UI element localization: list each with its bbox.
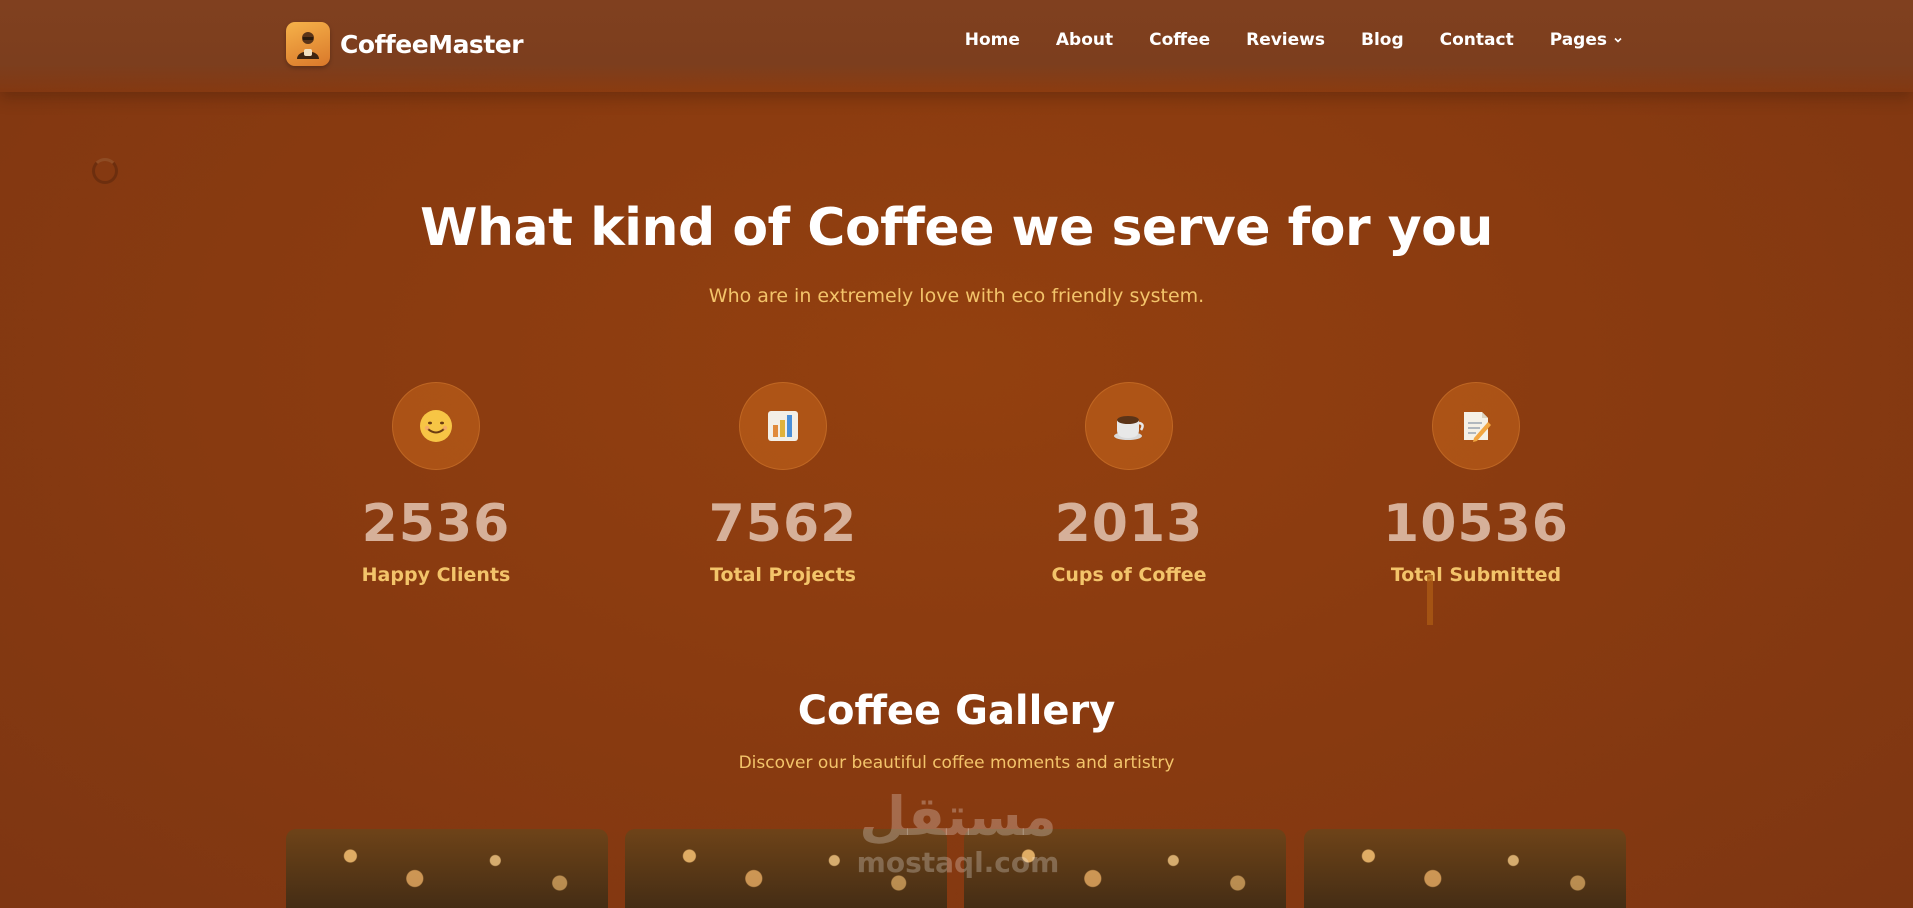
stat-value: 2013 bbox=[1054, 494, 1204, 554]
watermark-arabic: مستقل bbox=[859, 785, 1057, 848]
watermark-latin: mostaql.com bbox=[856, 846, 1060, 879]
memo-emoji-icon bbox=[1432, 382, 1520, 470]
brand[interactable]: CoffeeMaster bbox=[286, 21, 524, 67]
nav-about[interactable]: About bbox=[1056, 30, 1113, 50]
stat-happy-clients: 2536 Happy Clients bbox=[286, 382, 586, 586]
bar-chart-emoji-icon bbox=[739, 382, 827, 470]
navbar: CoffeeMaster Home About Coffee Reviews B… bbox=[0, 0, 1913, 92]
main-nav: Home About Coffee Reviews Blog Contact P… bbox=[965, 30, 1623, 50]
decorative-bar bbox=[1427, 575, 1433, 625]
gallery-image[interactable] bbox=[1304, 829, 1626, 908]
stat-value: 10536 bbox=[1383, 494, 1569, 554]
mostaql-watermark: مستقل mostaql.com bbox=[838, 785, 1078, 880]
stat-label: Happy Clients bbox=[361, 564, 511, 586]
stat-label: Total Submitted bbox=[1390, 564, 1562, 586]
section-title: What kind of Coffee we serve for you bbox=[420, 198, 1493, 258]
gallery-image[interactable] bbox=[286, 829, 608, 908]
stat-total-submitted: 10536 Total Submitted bbox=[1326, 382, 1626, 586]
stat-label: Cups of Coffee bbox=[1051, 564, 1207, 586]
nav-reviews[interactable]: Reviews bbox=[1246, 30, 1325, 50]
smile-emoji-icon bbox=[392, 382, 480, 470]
stats-row: 2536 Happy Clients 7562 Total Projects 2… bbox=[286, 382, 1626, 602]
stat-total-projects: 7562 Total Projects bbox=[633, 382, 933, 586]
brand-name: CoffeeMaster bbox=[340, 29, 524, 59]
nav-contact[interactable]: Contact bbox=[1440, 30, 1514, 50]
gallery-subtitle: Discover our beautiful coffee moments an… bbox=[738, 753, 1175, 773]
stat-cups-of-coffee: 2013 Cups of Coffee bbox=[979, 382, 1279, 586]
coffee-master-logo-icon bbox=[286, 22, 330, 66]
gallery-title: Coffee Gallery bbox=[797, 688, 1116, 734]
stat-label: Total Projects bbox=[710, 564, 856, 586]
nav-coffee[interactable]: Coffee bbox=[1149, 30, 1210, 50]
stat-value: 2536 bbox=[361, 494, 511, 554]
chevron-down-icon bbox=[1614, 37, 1622, 43]
coffee-cup-emoji-icon bbox=[1085, 382, 1173, 470]
stat-value: 7562 bbox=[708, 494, 858, 554]
nav-pages-dropdown[interactable]: Pages bbox=[1550, 30, 1623, 50]
nav-blog[interactable]: Blog bbox=[1361, 30, 1404, 50]
nav-pages-label: Pages bbox=[1549, 30, 1607, 50]
nav-home[interactable]: Home bbox=[965, 30, 1020, 50]
loading-spinner-icon bbox=[92, 158, 118, 184]
section-subtitle: Who are in extremely love with eco frien… bbox=[708, 285, 1205, 307]
